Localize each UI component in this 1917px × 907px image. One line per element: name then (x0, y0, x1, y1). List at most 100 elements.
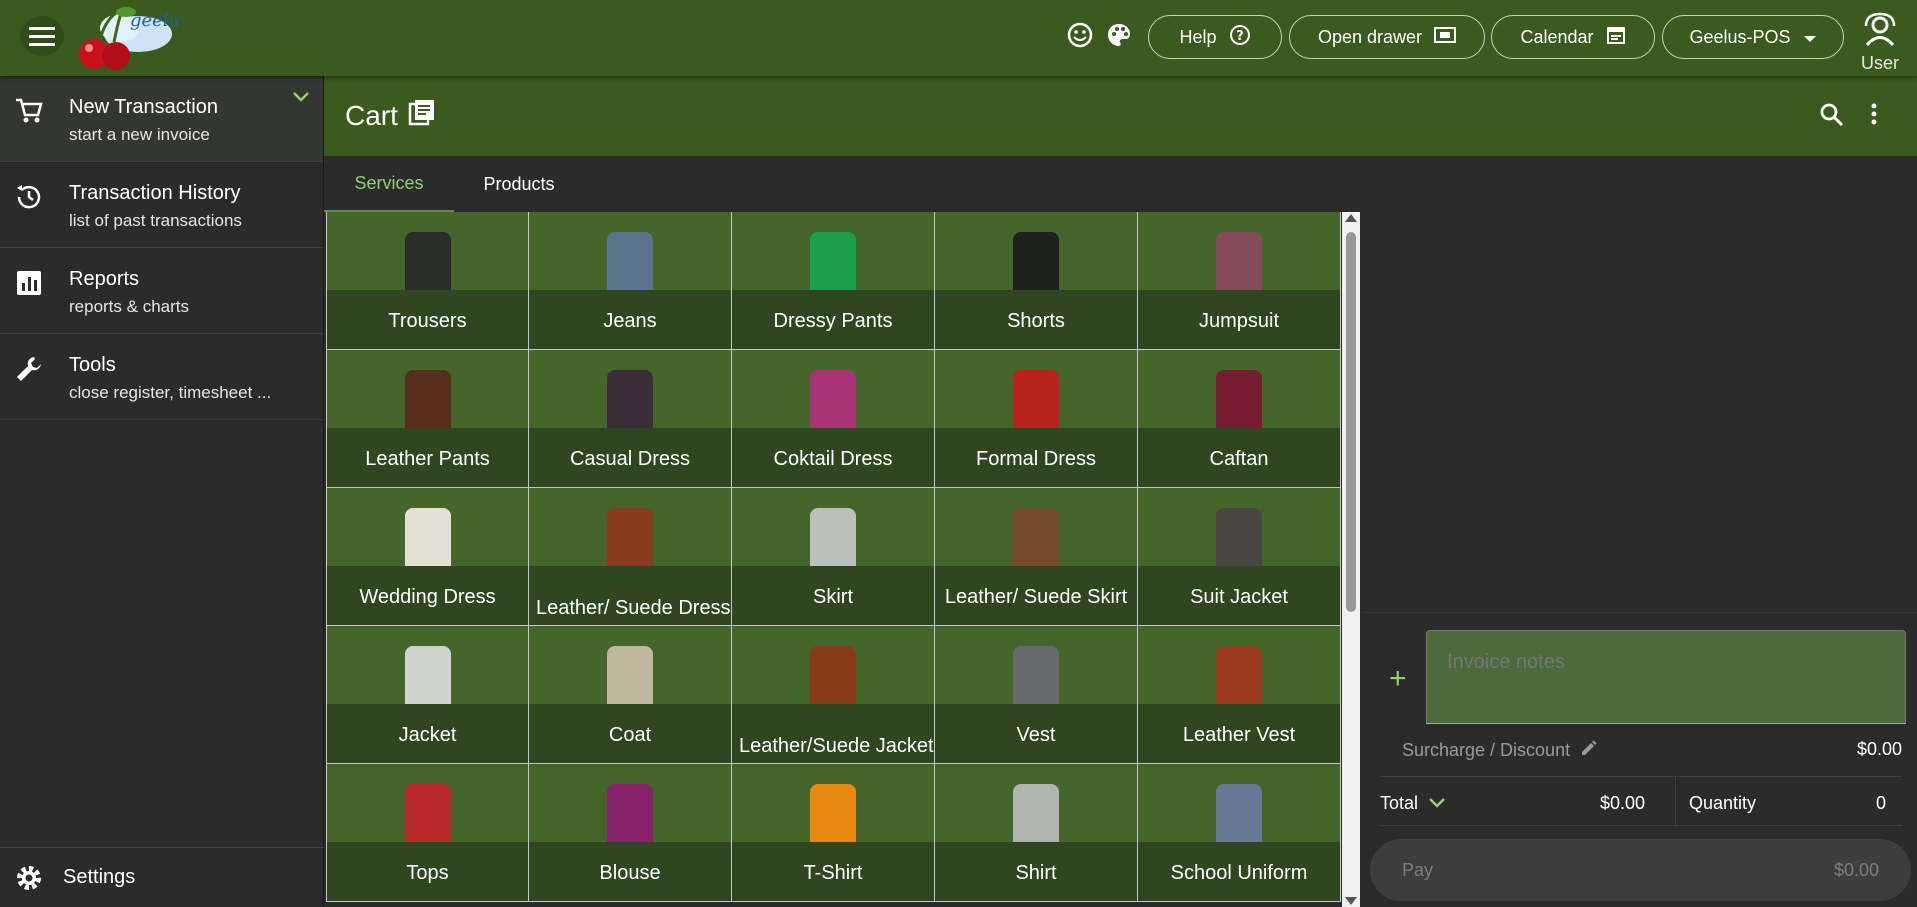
open-drawer-button[interactable]: Open drawer (1289, 15, 1485, 59)
tile-label: Tops (406, 862, 449, 884)
divider (1675, 777, 1676, 827)
service-tile[interactable]: Casual Dress (529, 350, 732, 488)
tile-label: Leather/ Suede Dress (536, 597, 731, 619)
tile-label: Leather Vest (1182, 724, 1296, 746)
pay-button[interactable]: Pay $0.00 (1370, 839, 1911, 901)
menu-icon[interactable] (20, 16, 64, 56)
dropdown-arrow-icon (1803, 27, 1817, 48)
service-tile[interactable]: Leather/ Suede Skirt (935, 488, 1138, 626)
tile-label: Vest (1016, 724, 1056, 746)
smiley-icon[interactable] (1065, 20, 1095, 50)
service-tile[interactable]: Jeans (529, 212, 732, 350)
sidebar-item-subtitle: list of past transactions (69, 211, 242, 230)
sidebar-item-tools[interactable]: Tools close register, timesheet ... (0, 334, 323, 420)
tile-label: Suit Jacket (1190, 586, 1288, 608)
check-icon (1428, 793, 1446, 814)
sidebar-item-reports[interactable]: Reports reports & charts (0, 248, 323, 334)
tile-label: Coktail Dress (773, 448, 893, 470)
cart-icon (14, 96, 44, 126)
tab-services[interactable]: Services (324, 156, 454, 212)
invoice-panel: + Surcharge / Discount $0.00 Total $0.00… (1364, 156, 1917, 907)
tile-label: Leather/ Suede Skirt (944, 586, 1128, 608)
help-button[interactable]: Help ? (1148, 15, 1282, 59)
sidebar-item-settings[interactable]: Settings (0, 847, 324, 907)
pencil-icon (1580, 739, 1598, 762)
total-value: $0.00 (1600, 793, 1646, 813)
cart-title-text: Cart (345, 99, 398, 131)
calendar-label: Calendar (1520, 26, 1594, 47)
service-tile[interactable]: Vest (935, 626, 1138, 764)
service-tile[interactable]: Caftan (1138, 350, 1341, 488)
service-tile[interactable]: Shorts (935, 212, 1138, 350)
service-tile[interactable]: Leather/Suede Jacket (732, 626, 935, 764)
service-tile[interactable]: Shirt (935, 764, 1138, 902)
grid-scrollbar[interactable] (1342, 212, 1360, 907)
help-label: Help (1179, 26, 1217, 47)
sidebar-item-title: Transaction History (69, 182, 241, 204)
history-icon (14, 182, 44, 212)
service-tile[interactable]: Suit Jacket (1138, 488, 1341, 626)
open-drawer-label: Open drawer (1317, 26, 1423, 47)
pay-amount: $0.00 (1833, 860, 1879, 880)
sidebar-item-transaction-history[interactable]: Transaction History list of past transac… (0, 162, 323, 248)
user-menu[interactable]: User (1855, 12, 1905, 74)
service-tile[interactable]: T-Shirt (732, 764, 935, 902)
service-tile[interactable]: School Uniform (1138, 764, 1341, 902)
more-vert-icon[interactable] (1870, 102, 1878, 131)
divider (1364, 612, 1917, 613)
wrench-icon (14, 354, 44, 384)
store-select[interactable]: Geelus-POS (1662, 15, 1844, 59)
service-tile[interactable]: Jumpsuit (1138, 212, 1341, 350)
service-tile[interactable]: Leather/ Suede Dress (529, 488, 732, 626)
scroll-thumb[interactable] (1346, 232, 1356, 612)
cart-header: Cart (324, 76, 1917, 156)
surcharge-label: Surcharge / Discount (1402, 740, 1571, 760)
service-tile[interactable]: Coat (529, 626, 732, 764)
service-tile[interactable]: Trousers (326, 212, 529, 350)
service-tile[interactable]: Dressy Pants (732, 212, 935, 350)
service-tile[interactable]: Tops (326, 764, 529, 902)
calendar-button[interactable]: Calendar (1491, 15, 1655, 59)
service-tile[interactable]: Skirt (732, 488, 935, 626)
pay-label: Pay (1402, 860, 1434, 880)
service-tile[interactable]: Wedding Dress (326, 488, 529, 626)
tile-label: Coat (608, 724, 652, 746)
scroll-up-arrow-icon[interactable] (1345, 214, 1357, 222)
service-tile[interactable]: Jacket (326, 626, 529, 764)
user-label: User (1860, 53, 1899, 73)
svg-text:?: ? (1236, 29, 1244, 44)
tile-label: Dressy Pants (773, 310, 893, 332)
tile-label: T-Shirt (803, 862, 863, 884)
search-icon[interactable] (1819, 102, 1845, 133)
add-icon[interactable]: + (1389, 662, 1407, 696)
tile-label: Leather Pants (365, 448, 490, 470)
settings-label: Settings (63, 866, 136, 888)
service-tile[interactable]: Leather Vest (1138, 626, 1341, 764)
totals-row: Total $0.00 Quantity 0 (1380, 776, 1902, 827)
total-toggle[interactable]: Total (1380, 793, 1446, 814)
chevron-down-icon[interactable] (291, 90, 311, 109)
quantity-value: 0 (1875, 793, 1886, 813)
tile-label: Jumpsuit (1198, 310, 1280, 332)
service-tile[interactable]: Leather Pants (326, 350, 529, 488)
tile-label: Jacket (398, 724, 457, 746)
help-circle-icon: ? (1229, 24, 1251, 51)
service-tile[interactable]: Coktail Dress (732, 350, 935, 488)
sidebar-item-new-transaction[interactable]: New Transaction start a new invoice (0, 76, 323, 162)
service-tile[interactable]: Blouse (529, 764, 732, 902)
quantity-label: Quantity (1689, 793, 1757, 813)
tile-label: Formal Dress (975, 448, 1096, 470)
sidebar-item-subtitle: reports & charts (69, 297, 189, 316)
sidebar-item-title: Reports (69, 268, 140, 290)
tile-label: Leather/Suede Jacket (739, 735, 934, 757)
tile-label: Jeans (603, 310, 657, 332)
invoice-notes-field[interactable] (1426, 630, 1906, 724)
palette-icon[interactable] (1104, 20, 1134, 50)
sidebar-item-subtitle: start a new invoice (69, 125, 210, 144)
tab-products[interactable]: Products (454, 156, 584, 212)
receipt-list-icon[interactable] (408, 98, 436, 133)
service-tile[interactable]: Formal Dress (935, 350, 1138, 488)
scroll-down-arrow-icon[interactable] (1345, 897, 1357, 905)
geelus-logo: geelus (70, 4, 189, 74)
surcharge-discount-button[interactable]: Surcharge / Discount (1402, 739, 1598, 762)
